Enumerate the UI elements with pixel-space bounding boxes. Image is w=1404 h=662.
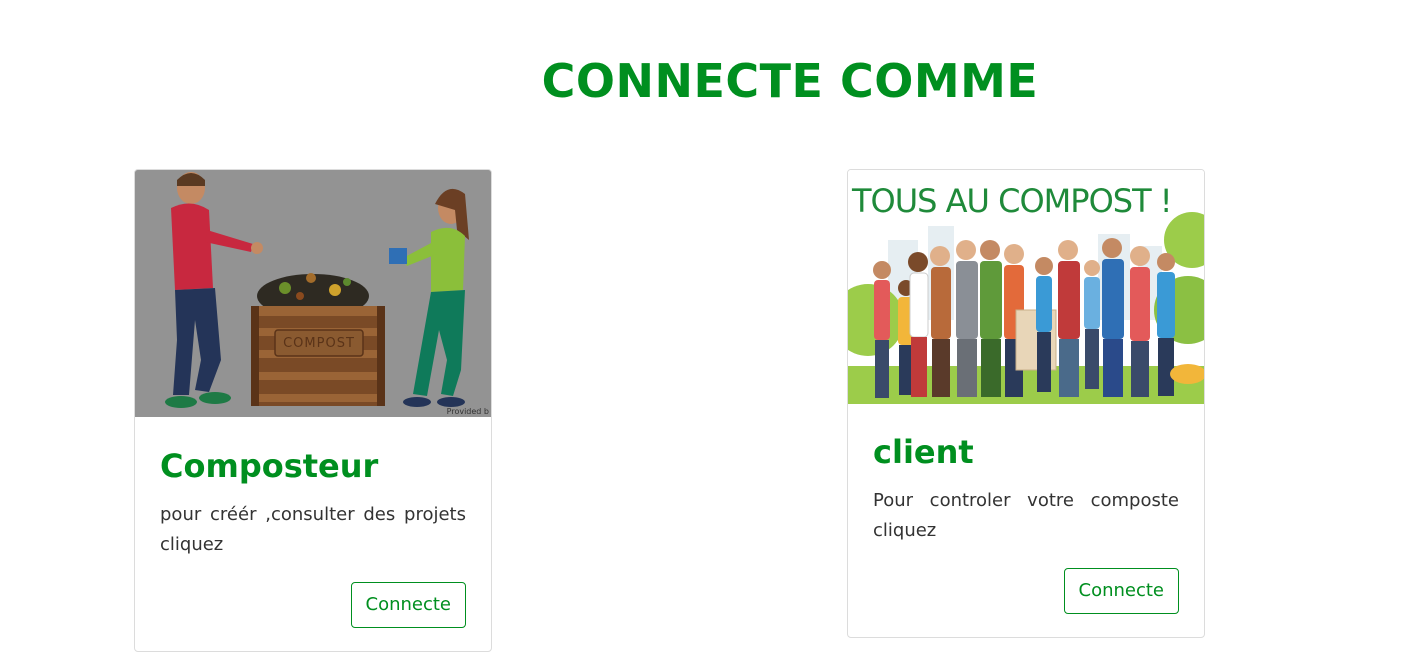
composteur-illustration: COMPOST Provided b: [135, 170, 491, 417]
client-actions: Connecte: [873, 568, 1179, 614]
compost-banner-text: TOUS AU COMPOST !: [852, 182, 1173, 220]
page: CONNECTE COMME COMPOST Provided b Compos…: [0, 0, 1404, 662]
composteur-connect-button[interactable]: Connecte: [350, 582, 466, 628]
composteur-card-body: Composteur pour créér ,consulter des pro…: [135, 446, 491, 628]
composteur-description: pour créér ,consulter des projets clique…: [160, 504, 466, 555]
compost-sign-text: COMPOST: [283, 336, 355, 351]
client-title: client: [873, 433, 974, 471]
client-description: Pour controler votre composte cliquez: [873, 490, 1179, 541]
client-card-body: client Pour controler votre composte cli…: [848, 432, 1204, 614]
composteur-actions: Connecte: [160, 582, 466, 628]
image-credit-text: Provided b: [446, 407, 489, 416]
composteur-card: COMPOST Provided b Composteur pour créér…: [134, 169, 492, 652]
client-illustration: TOUS AU COMPOST !: [848, 170, 1204, 404]
client-connect-button[interactable]: Connecte: [1063, 568, 1179, 614]
page-title: CONNECTE COMME: [541, 54, 1039, 108]
composteur-title: Composteur: [160, 447, 379, 485]
client-card: TOUS AU COMPOST ! client Pour controler …: [847, 169, 1205, 638]
